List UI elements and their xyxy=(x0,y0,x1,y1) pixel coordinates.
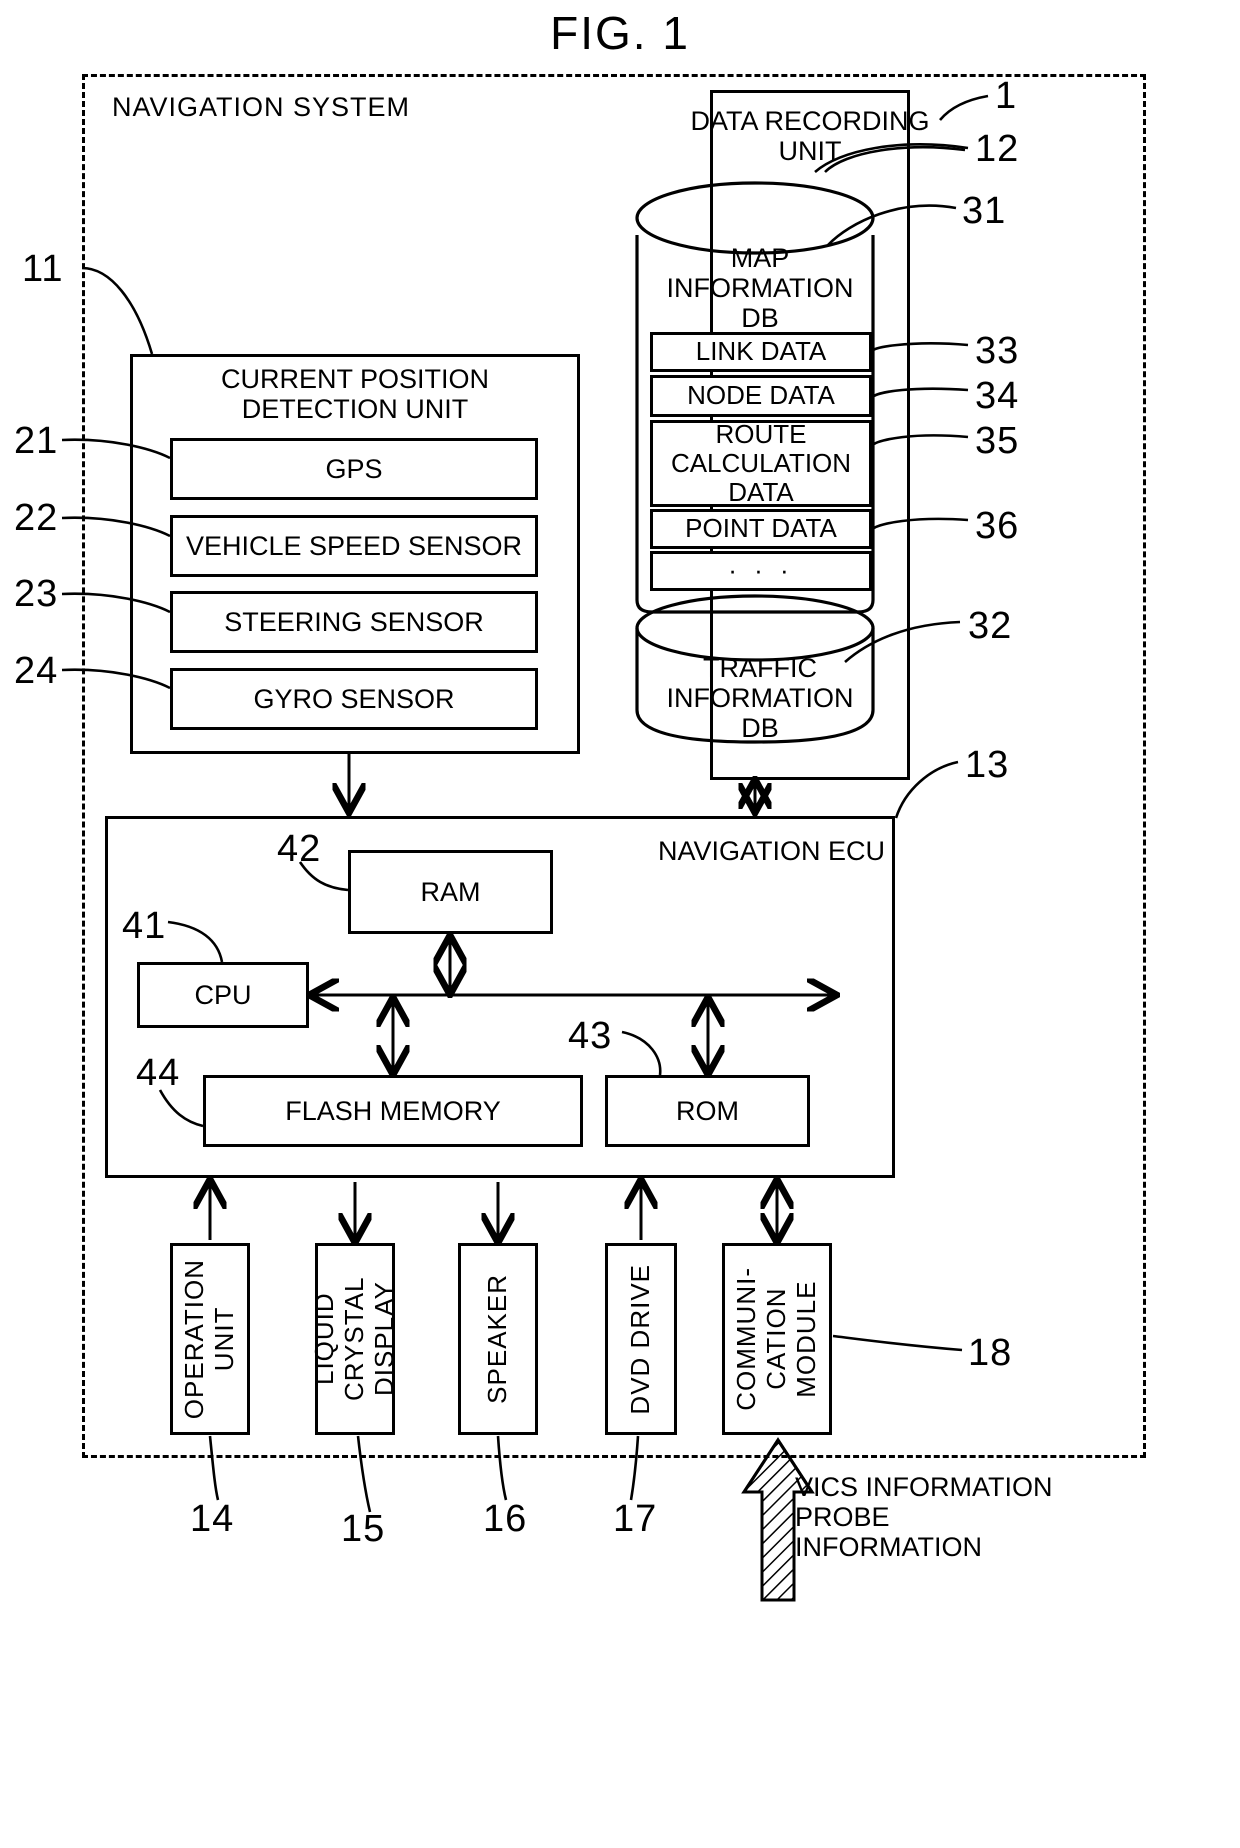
ref-1: 1 xyxy=(995,75,1018,117)
ecu-block-cpu: CPU xyxy=(137,962,309,1028)
ref-23: 23 xyxy=(14,573,59,615)
ecu-block-ram: RAM xyxy=(348,850,553,934)
map-information-db-label: MAP INFORMATION DB xyxy=(666,243,854,334)
navigation-ecu-title: NAVIGATION ECU xyxy=(657,836,885,866)
map-db-row-route-calculation-data: ROUTE CALCULATION DATA xyxy=(650,418,872,508)
external-input-label: VICS INFORMATION PROBE INFORMATION xyxy=(795,1472,1053,1563)
ref-16: 16 xyxy=(483,1498,528,1540)
navigation-system-label: NAVIGATION SYSTEM xyxy=(112,92,411,122)
map-db-row-link-data: LINK DATA xyxy=(650,332,872,372)
ref-14: 14 xyxy=(190,1498,235,1540)
sensor-label: STEERING SENSOR xyxy=(224,606,484,637)
ref-18: 18 xyxy=(968,1332,1013,1374)
peripheral-speaker: SPEAKER xyxy=(458,1243,538,1435)
sensor-box-gps: GPS xyxy=(170,438,538,500)
ecu-block-label: FLASH MEMORY xyxy=(285,1095,501,1126)
ref-43: 43 xyxy=(568,1015,613,1057)
map-db-row-node-data: NODE DATA xyxy=(650,375,872,417)
ref-13: 13 xyxy=(965,744,1010,786)
data-recording-unit-title: DATA RECORDING UNIT xyxy=(690,106,930,167)
sensor-box-gyro-sensor: GYRO SENSOR xyxy=(170,668,538,730)
ecu-block-label: ROM xyxy=(676,1095,739,1126)
ref-12: 12 xyxy=(975,128,1020,170)
sensor-label: GPS xyxy=(325,453,383,484)
ecu-block-flash-memory: FLASH MEMORY xyxy=(203,1075,583,1147)
ref-36: 36 xyxy=(975,505,1020,547)
sensor-label: GYRO SENSOR xyxy=(253,683,455,714)
peripheral-label: OPERATION UNIT xyxy=(179,1258,239,1420)
ref-35: 35 xyxy=(975,420,1020,462)
current-position-detection-unit-title: CURRENT POSITION DETECTION UNIT xyxy=(220,364,490,425)
ecu-block-label: CPU xyxy=(194,979,252,1010)
sensor-box-vehicle-speed-sensor: VEHICLE SPEED SENSOR xyxy=(170,515,538,577)
ref-24: 24 xyxy=(14,650,59,692)
ref-11: 11 xyxy=(22,248,64,290)
traffic-information-db-label: TRAFFIC INFORMATION DB xyxy=(666,653,854,744)
sensor-label: VEHICLE SPEED SENSOR xyxy=(185,530,523,561)
sensor-box-steering-sensor: STEERING SENSOR xyxy=(170,591,538,653)
map-db-row-label: NODE DATA xyxy=(687,380,835,411)
peripheral-label: COMMUNI- CATION MODULE xyxy=(731,1267,821,1411)
map-db-row-point-data: POINT DATA xyxy=(650,509,872,549)
patent-figure: FIG. 1 NAVIGATION SYSTEM DATA RECORDING … xyxy=(0,0,1240,1848)
peripheral-label: LIQUID CRYSTAL DISPLAY xyxy=(309,1276,399,1402)
ref-31: 31 xyxy=(962,190,1007,232)
peripheral-operation-unit: OPERATION UNIT xyxy=(170,1243,250,1435)
map-db-row-label: · · · xyxy=(728,555,794,586)
ecu-block-rom: ROM xyxy=(605,1075,810,1147)
peripheral-dvd-drive: DVD DRIVE xyxy=(605,1243,677,1435)
ref-17: 17 xyxy=(613,1498,658,1540)
ref-42: 42 xyxy=(277,828,322,870)
map-db-row-ellipsis: · · · xyxy=(650,551,872,591)
map-db-row-label: ROUTE CALCULATION DATA xyxy=(670,418,852,508)
figure-title: FIG. 1 xyxy=(550,7,690,59)
ref-33: 33 xyxy=(975,330,1020,372)
peripheral-label: DVD DRIVE xyxy=(625,1263,656,1415)
ref-44: 44 xyxy=(136,1052,181,1094)
ref-15: 15 xyxy=(341,1508,386,1550)
peripheral-communication-module: COMMUNI- CATION MODULE xyxy=(722,1243,832,1435)
map-db-row-label: POINT DATA xyxy=(685,513,837,544)
ref-22: 22 xyxy=(14,497,59,539)
peripheral-label: SPEAKER xyxy=(482,1274,513,1404)
ecu-block-label: RAM xyxy=(420,876,481,907)
ref-21: 21 xyxy=(14,420,59,462)
ref-34: 34 xyxy=(975,375,1020,417)
map-db-row-label: LINK DATA xyxy=(695,336,827,367)
ref-41: 41 xyxy=(122,905,167,947)
peripheral-liquid-crystal-display: LIQUID CRYSTAL DISPLAY xyxy=(309,1243,399,1435)
ref-32: 32 xyxy=(968,605,1013,647)
